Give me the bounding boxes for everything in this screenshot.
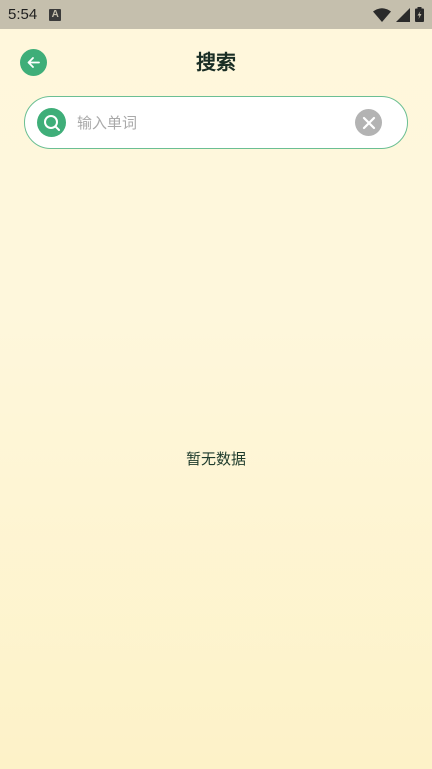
- search-input[interactable]: [77, 109, 347, 137]
- signal-icon: [396, 7, 410, 22]
- status-time: 5:54: [8, 6, 38, 23]
- battery-icon: [415, 7, 424, 22]
- page-title: 搜索: [196, 50, 236, 74]
- clear-button[interactable]: [355, 109, 382, 136]
- magnifier-glyph: [43, 114, 60, 131]
- status-bar: 5:54 A: [0, 0, 432, 29]
- search-icon[interactable]: [37, 108, 66, 137]
- close-icon: [362, 116, 375, 129]
- wifi-icon: [373, 7, 391, 22]
- search-box: [24, 96, 408, 149]
- status-icons: [373, 7, 424, 22]
- empty-state-text: 暂无数据: [185, 450, 246, 468]
- header: 搜索: [0, 29, 432, 95]
- notification-icon: A: [49, 8, 62, 21]
